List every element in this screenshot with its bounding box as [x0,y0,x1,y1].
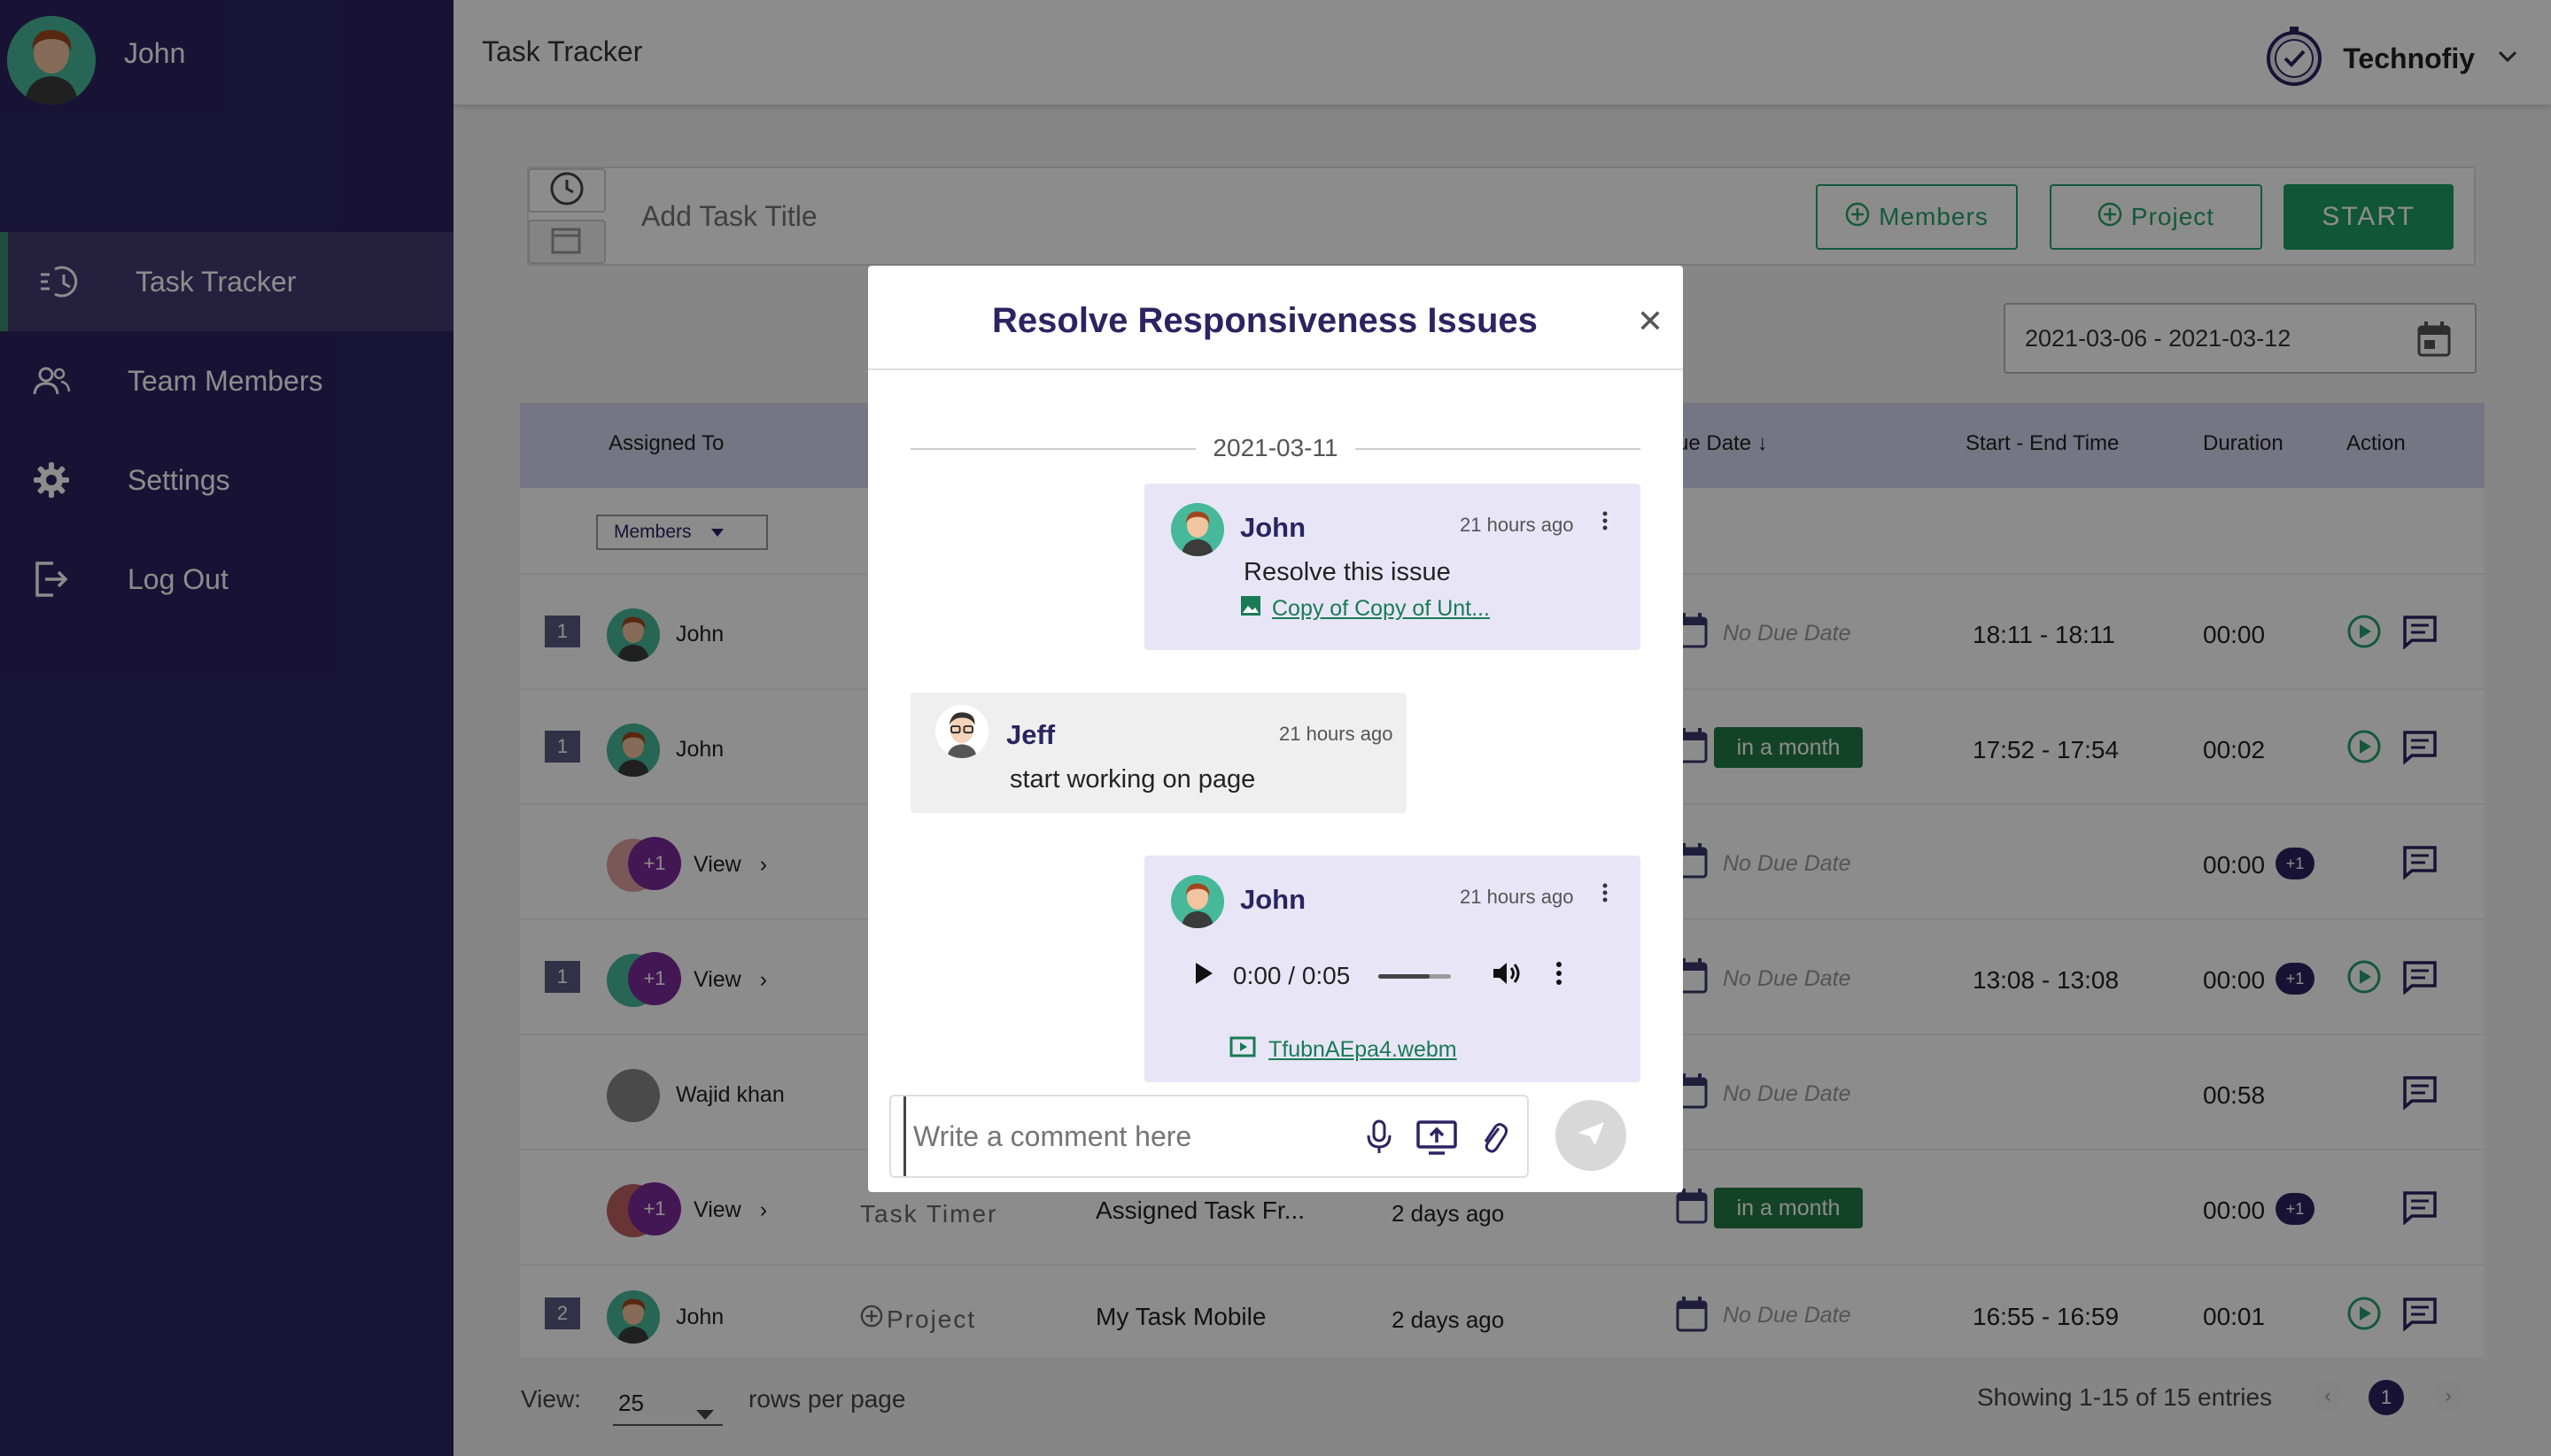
video-file-icon [1229,1036,1256,1064]
avatar [935,705,989,758]
screen-share-icon[interactable] [1415,1119,1458,1159]
comment-message: John 21 hours ago Resolve this issue Cop… [1144,484,1640,650]
comment-text: start working on page [1010,765,1256,794]
send-button[interactable] [1555,1100,1626,1171]
audio-time: 0:00 / 0:05 [1233,962,1351,989]
comment-text: Resolve this issue [1244,558,1451,586]
comment-time: 21 hours ago [1460,886,1574,908]
close-icon[interactable]: ✕ [1637,303,1663,340]
attachment-link[interactable]: Copy of Copy of Unt... [1240,595,1490,623]
comment-time: 21 hours ago [1460,514,1574,536]
comment-composer [889,1095,1529,1178]
avatar [1171,503,1224,556]
more-vertical-icon[interactable] [1555,961,1562,992]
audio-progress-bar[interactable] [1378,973,1452,979]
avatar [1171,875,1224,928]
comment-message: John 21 hours ago 0:00 / 0:05 TfubnAEpa4… [1144,856,1640,1082]
more-vertical-icon[interactable] [1601,510,1609,536]
modal-header: Resolve Responsiveness Issues ✕ [868,266,1683,370]
comment-input[interactable] [903,1096,1364,1176]
comment-author: Jeff [1006,719,1056,750]
comment-date: 2021-03-11 [1213,434,1338,461]
play-icon[interactable] [1194,962,1213,991]
attachment-link[interactable]: TfubnAEpa4.webm [1229,1036,1457,1064]
attachment-name: Copy of Copy of Unt... [1272,596,1490,621]
send-icon [1576,1120,1606,1151]
comment-message: Jeff 21 hours ago start working on page [911,693,1407,813]
comment-author: John [1240,884,1307,915]
paperclip-icon[interactable] [1479,1119,1508,1159]
image-icon [1240,595,1261,623]
audio-player: 0:00 / 0:05 [1183,948,1617,1004]
microphone-icon[interactable] [1366,1119,1392,1159]
date-divider: 2021-03-11 [911,434,1640,461]
comment-time: 21 hours ago [1279,723,1393,745]
comments-modal: Resolve Responsiveness Issues ✕ 2021-03-… [868,266,1683,1192]
more-vertical-icon[interactable] [1601,882,1609,908]
modal-title: Resolve Responsiveness Issues [992,301,1538,340]
volume-icon[interactable] [1492,960,1522,993]
attachment-name: TfubnAEpa4.webm [1268,1037,1457,1062]
comment-author: John [1240,512,1307,543]
